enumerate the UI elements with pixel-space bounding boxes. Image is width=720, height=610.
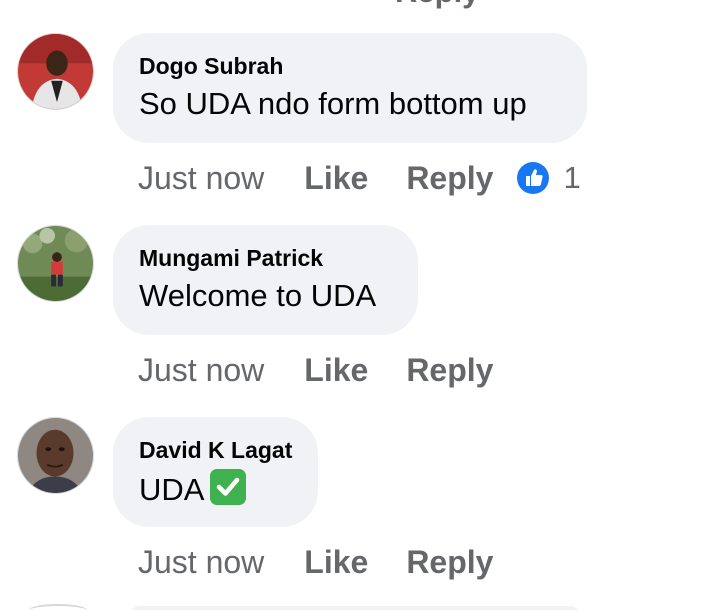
like-icon xyxy=(517,162,550,194)
comment-text-value: UDA xyxy=(139,472,205,507)
comment-bubble[interactable]: Dogo Subrah So UDA ndo form bottom up xyxy=(113,33,587,143)
avatar-photo-david xyxy=(18,418,93,493)
like-button[interactable]: Like xyxy=(304,544,368,581)
avatar-photo-dogo xyxy=(18,34,93,109)
reply-button[interactable]: Reply xyxy=(406,544,493,581)
comment-actions: Just now Like Reply 1 xyxy=(138,158,581,198)
comment-actions: Just now Like Reply xyxy=(138,542,493,582)
like-button[interactable]: Like xyxy=(304,160,368,197)
reply-link-clipped[interactable]: Reply xyxy=(395,0,479,10)
next-comment-avatar-clipped xyxy=(28,604,88,610)
comment-actions: Just now Like Reply xyxy=(138,350,493,390)
avatar[interactable] xyxy=(17,225,94,302)
next-comment-bubble-clipped xyxy=(130,606,580,610)
comments-panel: Reply Dogo Subrah So UDA ndo form bottom… xyxy=(0,0,720,610)
comment-timestamp[interactable]: Just now xyxy=(138,352,264,389)
comment-timestamp[interactable]: Just now xyxy=(138,160,264,197)
comment-timestamp[interactable]: Just now xyxy=(138,544,264,581)
comment-author[interactable]: Mungami Patrick xyxy=(139,245,392,271)
comment-text: Welcome to UDA xyxy=(139,278,377,313)
reaction-count: 1 xyxy=(563,160,581,195)
comment-bubble[interactable]: Mungami Patrick Welcome to UDA xyxy=(113,225,418,335)
reaction-summary[interactable]: 1 xyxy=(517,160,581,196)
comment-text: So UDA ndo form bottom up xyxy=(139,86,527,121)
avatar-photo-mungami xyxy=(18,226,93,301)
like-button[interactable]: Like xyxy=(304,352,368,389)
comment-author[interactable]: David K Lagat xyxy=(139,437,292,463)
reply-button[interactable]: Reply xyxy=(406,352,493,389)
comment-bubble[interactable]: David K Lagat UDA xyxy=(113,417,318,527)
avatar[interactable] xyxy=(17,33,94,110)
comment-author[interactable]: Dogo Subrah xyxy=(139,53,561,79)
reply-button[interactable]: Reply xyxy=(406,160,493,197)
check-mark-icon xyxy=(210,469,247,505)
avatar[interactable] xyxy=(17,417,94,494)
comment-text: UDA xyxy=(139,469,292,509)
